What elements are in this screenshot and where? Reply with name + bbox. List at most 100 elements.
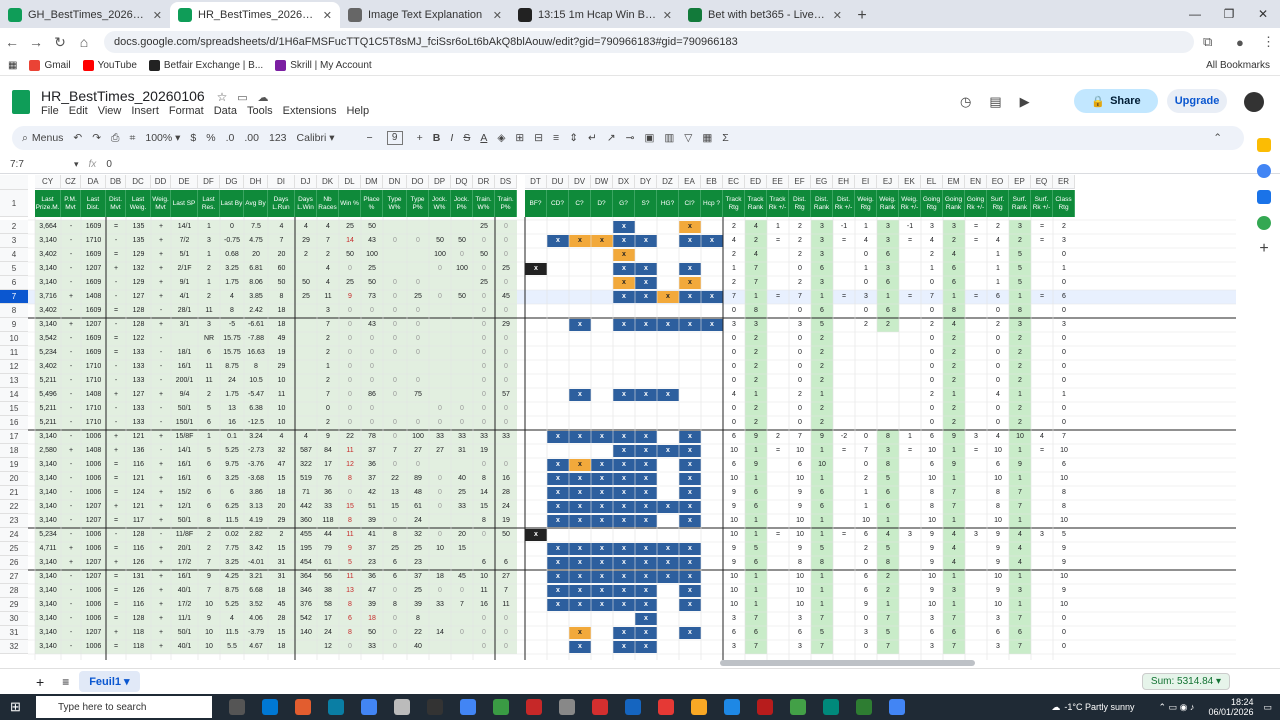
data-cell[interactable]: 18 (268, 318, 295, 332)
data-cell[interactable]: = (106, 514, 126, 528)
data-cell[interactable] (965, 570, 987, 584)
data-cell[interactable]: 1609 (81, 220, 106, 234)
data-cell[interactable] (525, 304, 547, 318)
data-cell[interactable]: 1 (1009, 290, 1031, 304)
data-cell[interactable]: + (151, 584, 171, 598)
data-cell[interactable]: 76 (317, 472, 339, 486)
data-cell[interactable]: 0 (855, 640, 877, 654)
data-cell[interactable]: 10.5 (244, 374, 268, 388)
data-cell[interactable]: 9 (789, 500, 811, 514)
data-cell[interactable] (429, 556, 451, 570)
data-cell[interactable]: 2 (317, 332, 339, 346)
data-cell[interactable]: 3 (921, 640, 943, 654)
data-cell[interactable]: 2 (921, 388, 943, 402)
data-cell[interactable]: + (151, 570, 171, 584)
flag-cell[interactable]: x (701, 319, 723, 331)
flag-cell[interactable]: x (613, 459, 635, 471)
data-cell[interactable] (383, 220, 407, 234)
flag-cell[interactable]: x (613, 431, 635, 443)
data-cell[interactable]: 8 (473, 472, 495, 486)
data-cell[interactable] (701, 472, 723, 486)
data-cell[interactable]: = (106, 220, 126, 234)
data-cell[interactable]: 1 (767, 220, 789, 234)
data-cell[interactable]: 1 (811, 528, 833, 542)
data-cell[interactable]: 7 (1053, 430, 1075, 444)
data-cell[interactable] (767, 248, 789, 262)
data-cell[interactable]: 1 (198, 248, 220, 262)
data-cell[interactable]: 45 (495, 290, 517, 304)
data-cell[interactable]: 5 (811, 542, 833, 556)
column-header[interactable]: DV (569, 175, 591, 189)
data-cell[interactable]: 4.67 (244, 640, 268, 654)
data-cell[interactable]: 3,140 (35, 556, 61, 570)
font-size-minus[interactable]: − (367, 132, 373, 144)
data-cell[interactable] (701, 276, 723, 290)
undo-icon[interactable]: ↶ (73, 132, 82, 144)
flag-cell[interactable]: x (679, 319, 701, 331)
header-cell[interactable]: Track Rtg (723, 190, 745, 217)
data-cell[interactable]: 0 (473, 626, 495, 640)
data-cell[interactable]: 2 (987, 220, 1009, 234)
app-icon-11[interactable] (724, 699, 740, 715)
data-cell[interactable]: 6 (855, 584, 877, 598)
data-cell[interactable] (899, 542, 921, 556)
header-cell[interactable]: Dist. Rtg (789, 190, 811, 217)
row-header[interactable]: 12 (0, 360, 28, 374)
data-cell[interactable] (407, 360, 429, 374)
data-cell[interactable]: 2 (1009, 332, 1031, 346)
data-cell[interactable]: 3.25 (220, 262, 244, 276)
column-header[interactable]: DM (361, 175, 383, 189)
data-cell[interactable]: 5,234 (35, 346, 61, 360)
flag-cell[interactable]: x (635, 641, 657, 653)
url-field[interactable]: docs.google.com/spreadsheets/d/1H6aFMSFu… (104, 31, 1194, 53)
data-cell[interactable]: 37 (361, 472, 383, 486)
data-cell[interactable]: + (151, 388, 171, 402)
data-cell[interactable]: 0 (723, 360, 745, 374)
flag-cell[interactable]: x (591, 473, 613, 485)
data-cell[interactable]: 1 (987, 276, 1009, 290)
row-header[interactable]: 18 (0, 444, 28, 458)
data-cell[interactable]: 129 (126, 276, 151, 290)
data-cell[interactable]: 3,140 (35, 318, 61, 332)
link-icon[interactable]: ⊸ (626, 132, 635, 144)
data-cell[interactable]: 8 (383, 598, 407, 612)
data-cell[interactable] (429, 640, 451, 654)
data-cell[interactable]: 1 (987, 262, 1009, 276)
data-cell[interactable] (899, 262, 921, 276)
data-cell[interactable] (1031, 388, 1053, 402)
data-cell[interactable]: 2 (877, 570, 899, 584)
row-header[interactable]: 28 (0, 584, 28, 598)
flag-cell[interactable]: x (679, 459, 701, 471)
data-cell[interactable]: 2 (198, 262, 220, 276)
data-cell[interactable]: 6.68 (244, 584, 268, 598)
data-cell[interactable] (569, 248, 591, 262)
data-cell[interactable]: 12 (339, 458, 361, 472)
data-cell[interactable]: 1 (943, 514, 965, 528)
data-cell[interactable] (701, 556, 723, 570)
data-cell[interactable]: 15/2 (171, 486, 198, 500)
data-cell[interactable]: 7 (789, 290, 811, 304)
data-cell[interactable]: 0 (361, 346, 383, 360)
data-cell[interactable]: = (106, 486, 126, 500)
data-cell[interactable]: 11.5 (220, 626, 244, 640)
header-cell[interactable]: CI? (679, 190, 701, 217)
data-cell[interactable]: 0 (339, 318, 361, 332)
data-cell[interactable] (429, 332, 451, 346)
data-cell[interactable] (1031, 570, 1053, 584)
flag-cell[interactable]: x (635, 613, 657, 625)
data-cell[interactable]: 38 (317, 584, 339, 598)
data-cell[interactable]: 5.25 (220, 444, 244, 458)
data-cell[interactable] (833, 374, 855, 388)
data-cell[interactable]: 43 (361, 318, 383, 332)
app-icon-15[interactable] (856, 699, 872, 715)
data-cell[interactable]: 0 (339, 262, 361, 276)
data-cell[interactable]: - (106, 528, 126, 542)
data-cell[interactable]: 13 (339, 584, 361, 598)
data-cell[interactable] (295, 388, 317, 402)
data-cell[interactable]: 2 (317, 248, 339, 262)
data-cell[interactable]: 4 (877, 528, 899, 542)
data-cell[interactable]: 3.25 (220, 472, 244, 486)
data-cell[interactable] (657, 486, 679, 500)
data-cell[interactable] (679, 388, 701, 402)
data-cell[interactable]: 131 (126, 570, 151, 584)
